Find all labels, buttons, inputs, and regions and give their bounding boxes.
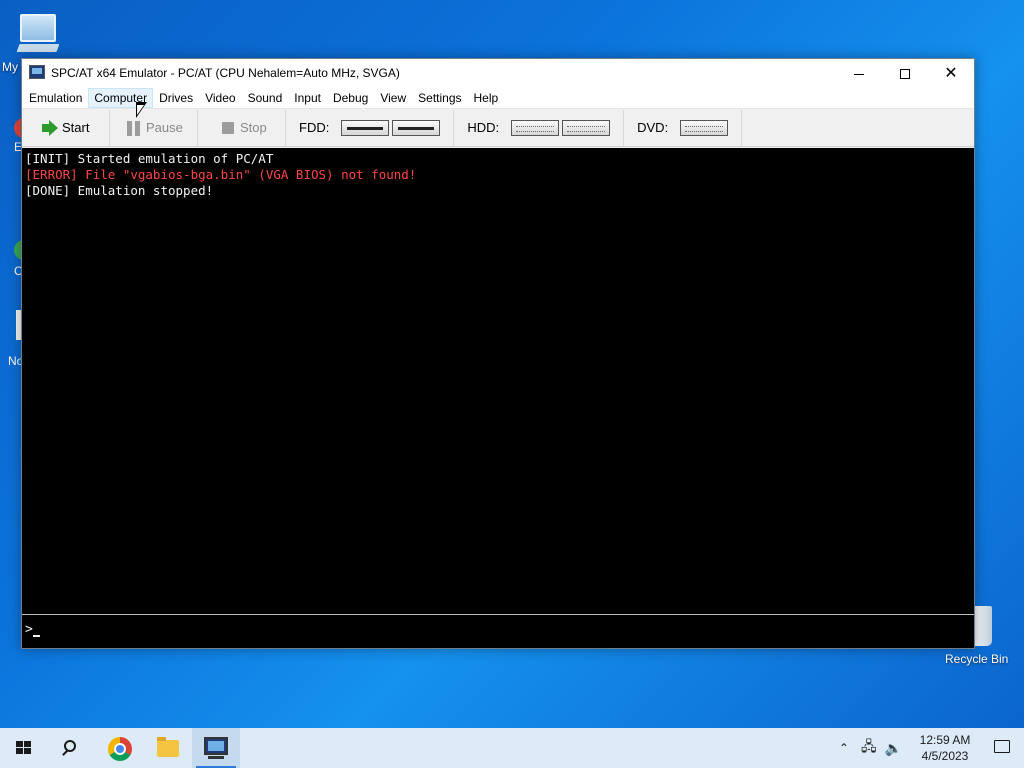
file-explorer-taskbar-button[interactable] — [144, 728, 192, 768]
prompt-symbol: > — [25, 622, 33, 637]
emulator-window: SPC/AT x64 Emulator - PC/AT (CPU Nehalem… — [21, 58, 975, 649]
close-button[interactable]: ✕ — [928, 59, 974, 87]
menu-video[interactable]: Video — [199, 88, 241, 108]
desktop-icon-label: Recycle Bin — [945, 652, 1009, 666]
pause-button[interactable]: Pause — [110, 109, 198, 146]
stop-icon — [220, 120, 236, 136]
maximize-button[interactable] — [882, 59, 928, 87]
chrome-taskbar-button[interactable] — [96, 728, 144, 768]
menu-drives[interactable]: Drives — [153, 88, 199, 108]
window-title: SPC/AT x64 Emulator - PC/AT (CPU Nehalem… — [51, 66, 400, 80]
system-tray: ⌃ 🖧 🔈 12:59 AM 4/5/2023 — [835, 728, 1024, 768]
toolbar: Start Pause Stop FDD: HDD: DVD: — [22, 109, 974, 147]
desktop-icon-partial[interactable]: C — [8, 236, 24, 278]
console-divider — [22, 614, 974, 615]
close-icon: ✕ — [944, 65, 958, 82]
chrome-icon — [108, 737, 132, 761]
notifications-button[interactable] — [980, 728, 1024, 768]
stop-button[interactable]: Stop — [198, 109, 286, 146]
start-button[interactable]: Start — [22, 109, 110, 146]
menu-input[interactable]: Input — [288, 88, 327, 108]
title-bar[interactable]: SPC/AT x64 Emulator - PC/AT (CPU Nehalem… — [22, 59, 974, 87]
windows-logo-icon — [16, 741, 32, 755]
menu-view[interactable]: View — [374, 88, 412, 108]
console-panel[interactable]: [INIT] Started emulation of PC/AT [ERROR… — [22, 148, 974, 648]
pause-icon — [126, 120, 142, 136]
menu-emulation[interactable]: Emulation — [23, 88, 88, 108]
desktop-icon-partial[interactable]: No — [8, 308, 24, 368]
menu-bar: Emulation Computer Drives Video Sound In… — [22, 87, 974, 109]
text-cursor — [32, 625, 40, 637]
maximize-icon — [900, 69, 910, 80]
desktop-icon-partial[interactable]: E — [8, 112, 24, 154]
play-arrow-icon — [42, 119, 58, 136]
console-line-init: [INIT] Started emulation of PC/AT — [25, 151, 274, 166]
minimize-icon — [854, 73, 864, 75]
hdd-label: HDD: — [467, 120, 500, 135]
console-output: [INIT] Started emulation of PC/AT [ERROR… — [22, 148, 974, 199]
pause-label: Pause — [146, 120, 183, 135]
hdd-group: HDD: — [454, 109, 625, 146]
start-button[interactable] — [0, 728, 48, 768]
console-line-done: [DONE] Emulation stopped! — [25, 183, 214, 198]
speaker-icon[interactable]: 🔈 — [885, 740, 902, 757]
search-button[interactable] — [48, 728, 96, 768]
clock-time: 12:59 AM — [919, 733, 971, 747]
emulator-taskbar-button[interactable] — [192, 728, 240, 768]
fdd-label: FDD: — [299, 120, 330, 135]
clock[interactable]: 12:59 AM 4/5/2023 — [910, 732, 980, 764]
taskbar: ⌃ 🖧 🔈 12:59 AM 4/5/2023 — [0, 728, 1024, 768]
hard-drive-0-icon[interactable] — [511, 119, 560, 136]
clock-date: 4/5/2023 — [921, 749, 969, 763]
network-icon[interactable]: 🖧 — [861, 736, 877, 760]
monitor-icon — [204, 737, 228, 755]
hard-drive-1-icon[interactable] — [562, 119, 611, 136]
minimize-button[interactable] — [836, 59, 882, 87]
stop-label: Stop — [240, 120, 267, 135]
folder-icon — [157, 737, 179, 757]
desktop-icon-label: My — [2, 60, 18, 74]
fdd-group: FDD: — [286, 109, 455, 146]
notification-icon — [994, 740, 1010, 753]
chevron-up-icon[interactable]: ⌃ — [839, 741, 849, 755]
floppy-drive-b-icon[interactable] — [392, 119, 441, 136]
menu-settings[interactable]: Settings — [412, 88, 467, 108]
computer-icon — [20, 14, 56, 42]
dvd-group: DVD: — [624, 109, 743, 146]
menu-help[interactable]: Help — [468, 88, 505, 108]
floppy-drive-a-icon[interactable] — [341, 119, 390, 136]
menu-debug[interactable]: Debug — [327, 88, 374, 108]
dvd-label: DVD: — [637, 120, 669, 135]
console-line-error: [ERROR] File "vgabios-bga.bin" (VGA BIOS… — [25, 167, 417, 182]
app-icon — [29, 65, 45, 79]
start-label: Start — [62, 120, 90, 135]
menu-sound[interactable]: Sound — [242, 88, 289, 108]
dvd-drive-icon[interactable] — [680, 119, 729, 136]
console-command-input[interactable]: > — [25, 622, 965, 637]
